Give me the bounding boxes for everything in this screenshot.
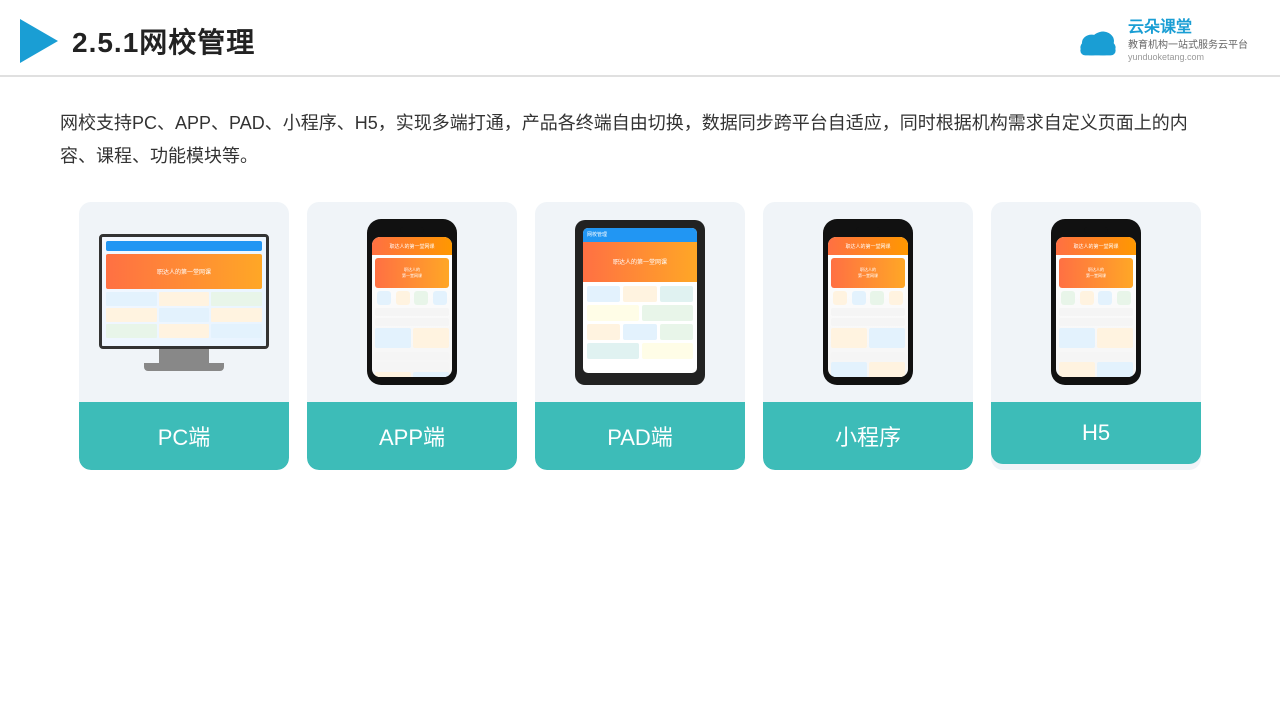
- brand-name: 云朵课堂: [1128, 18, 1192, 39]
- pad-image-area: 网校管理 职达人的第一堂网课: [535, 202, 745, 402]
- main-content: 网校支持PC、APP、PAD、小程序、H5，实现多端打通，产品各终端自由切换，数…: [0, 77, 1280, 490]
- pc-label: PC端: [79, 402, 289, 470]
- pc-monitor-icon: 职达人的第一堂网课: [99, 234, 269, 371]
- app-label: APP端: [307, 402, 517, 470]
- brand-tagline: 教育机构一站式服务云平台: [1128, 39, 1248, 52]
- page-header: 2.5.1网校管理 云朵课堂 教育机构一站式服务云平台: [0, 0, 1280, 77]
- h5-card: 职达人的第一堂网课 职达人的第一堂网课: [991, 202, 1201, 470]
- brand-logo: 云朵课堂 教育机构一站式服务云平台 yunduoketang.com: [1074, 18, 1248, 63]
- pc-card: 职达人的第一堂网课: [79, 202, 289, 470]
- app-image-area: 职达人的第一堂网课 职达人的第一堂网课: [307, 202, 517, 402]
- brand-url: yunduoketang.com: [1128, 52, 1204, 64]
- miniprogram-image-area: 职达人的第一堂网课 职达人的第一堂网课: [763, 202, 973, 402]
- brand-icon-group: 云朵课堂 教育机构一站式服务云平台 yunduoketang.com: [1074, 18, 1248, 63]
- h5-image-area: 职达人的第一堂网课 职达人的第一堂网课: [991, 202, 1201, 402]
- pad-tablet-icon: 网校管理 职达人的第一堂网课: [575, 220, 705, 385]
- header-right: 云朵课堂 教育机构一站式服务云平台 yunduoketang.com: [1074, 18, 1248, 63]
- description-text: 网校支持PC、APP、PAD、小程序、H5，实现多端打通，产品各终端自由切换，数…: [60, 107, 1220, 172]
- pad-card: 网校管理 职达人的第一堂网课: [535, 202, 745, 470]
- h5-phone-icon: 职达人的第一堂网课 职达人的第一堂网课: [1051, 219, 1141, 385]
- logo-triangle-icon: [20, 19, 58, 63]
- miniprogram-label: 小程序: [763, 402, 973, 470]
- app-phone-icon: 职达人的第一堂网课 职达人的第一堂网课: [367, 219, 457, 385]
- header-left: 2.5.1网校管理: [20, 19, 255, 63]
- cloud-icon: [1074, 25, 1122, 57]
- h5-label: H5: [991, 402, 1201, 464]
- brand-text: 云朵课堂 教育机构一站式服务云平台 yunduoketang.com: [1128, 18, 1248, 63]
- miniprogram-phone-icon: 职达人的第一堂网课 职达人的第一堂网课: [823, 219, 913, 385]
- page-title: 2.5.1网校管理: [72, 21, 255, 61]
- miniprogram-card: 职达人的第一堂网课 职达人的第一堂网课: [763, 202, 973, 470]
- app-card: 职达人的第一堂网课 职达人的第一堂网课: [307, 202, 517, 470]
- platform-cards: 职达人的第一堂网课: [60, 202, 1220, 470]
- pad-label: PAD端: [535, 402, 745, 470]
- pc-image-area: 职达人的第一堂网课: [79, 202, 289, 402]
